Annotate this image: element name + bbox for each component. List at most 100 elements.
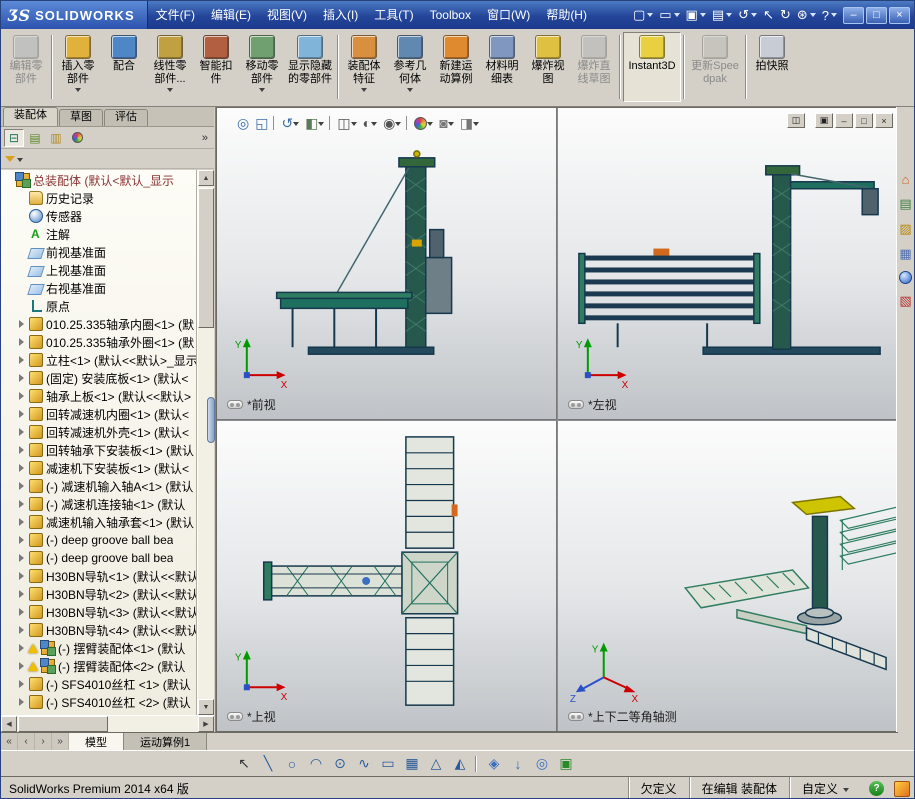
- instant3d-button[interactable]: Instant3D: [623, 32, 681, 102]
- tree-item[interactable]: H30BN导轨<1> (默认<<默认: [1, 567, 196, 585]
- smart-fasteners-button[interactable]: 智能扣件: [193, 32, 239, 102]
- tree-item[interactable]: 传感器: [1, 207, 196, 225]
- assembly-features-button[interactable]: 装配体特征: [341, 32, 387, 102]
- doc-minimize-button[interactable]: –: [835, 113, 853, 128]
- expand-arrow-icon[interactable]: [17, 643, 27, 653]
- dropdown-arrow-icon[interactable]: [75, 88, 81, 92]
- exploded-view-button[interactable]: 爆炸视图: [525, 32, 571, 102]
- dropdown-arrow-icon[interactable]: [167, 88, 173, 92]
- expand-arrow-icon[interactable]: [17, 427, 27, 437]
- linear-component-pattern-button[interactable]: 线性零部件...: [147, 32, 193, 102]
- splitter-handle[interactable]: [207, 397, 215, 443]
- expand-arrow-icon[interactable]: [17, 409, 27, 419]
- tree-item[interactable]: 减速机输入轴承套<1> (默认: [1, 513, 196, 531]
- expand-arrow-icon[interactable]: [17, 481, 27, 491]
- maximize-button[interactable]: □: [866, 6, 887, 24]
- expand-arrow-icon[interactable]: [17, 517, 27, 527]
- save-icon[interactable]: ▣: [683, 5, 709, 25]
- tree-item[interactable]: H30BN导轨<3> (默认<<默认: [1, 603, 196, 621]
- menu-item[interactable]: 帮助(H): [538, 2, 595, 28]
- circle-icon[interactable]: ○: [281, 754, 303, 774]
- expand-arrow-icon[interactable]: [17, 355, 27, 365]
- zoom-fit-icon[interactable]: ◎: [235, 113, 251, 133]
- expand-arrow-icon[interactable]: [17, 391, 27, 401]
- expand-arrow-icon[interactable]: [17, 319, 27, 329]
- tree-item[interactable]: 回转轴承下安装板<1> (默认: [1, 441, 196, 459]
- explode-line-sketch-button[interactable]: 爆炸直线草图: [571, 32, 617, 102]
- dropdown-arrow-icon[interactable]: [259, 88, 265, 92]
- select-icon[interactable]: ↖: [760, 5, 777, 25]
- doc-restore-button[interactable]: □: [855, 113, 873, 128]
- expand-arrow-icon[interactable]: [17, 697, 27, 707]
- propertymanager-icon[interactable]: ▤: [25, 129, 45, 147]
- tree-item[interactable]: H30BN导轨<4> (默认<<默认: [1, 621, 196, 639]
- previous-view-icon[interactable]: ↺: [279, 113, 301, 133]
- update-speedpak-button[interactable]: 更新Speedpak: [687, 32, 743, 102]
- help-badge-icon[interactable]: ?: [869, 781, 884, 796]
- tree-item[interactable]: (-) SFS4010丝杠 <1> (默认: [1, 675, 196, 693]
- custom-properties-icon[interactable]: ▧: [898, 293, 914, 309]
- document-tab[interactable]: 运动算例1: [124, 733, 208, 750]
- expand-arrow-icon[interactable]: [17, 535, 27, 545]
- tree-item[interactable]: 原点: [1, 297, 196, 315]
- menu-item[interactable]: 编辑(E): [203, 2, 259, 28]
- print-icon[interactable]: ▤: [709, 5, 735, 25]
- tree-item[interactable]: (-) 摆臂装配体<1> (默认: [1, 639, 196, 657]
- scroll-down-icon[interactable]: ▼: [198, 699, 214, 715]
- scene-icon[interactable]: ◙: [437, 113, 455, 133]
- tree-item[interactable]: 右视基准面: [1, 279, 196, 297]
- displaymanager-icon[interactable]: [67, 129, 87, 147]
- expand-arrow-icon[interactable]: [17, 571, 27, 581]
- tree-item[interactable]: 010.25.335轴承内圈<1> (默: [1, 315, 196, 333]
- dropdown-arrow-icon[interactable]: [361, 88, 367, 92]
- expand-arrow-icon[interactable]: [17, 625, 27, 635]
- tree-item[interactable]: 上视基准面: [1, 261, 196, 279]
- tree-item[interactable]: 轴承上板<1> (默认<<默认>: [1, 387, 196, 405]
- design-library-icon[interactable]: ▤: [898, 196, 914, 212]
- expand-arrow-icon[interactable]: [17, 499, 27, 509]
- scroll-first-icon[interactable]: «: [1, 733, 18, 750]
- expand-arrow-icon[interactable]: [17, 553, 27, 563]
- menu-item[interactable]: Toolbox: [422, 2, 479, 28]
- undo-icon[interactable]: ↺: [735, 5, 760, 25]
- pattern-icon[interactable]: ▦: [401, 754, 423, 774]
- viewport-single-icon[interactable]: ▣: [815, 113, 833, 128]
- tree-item[interactable]: 总装配体 (默认<默认_显示: [1, 171, 196, 189]
- minimize-button[interactable]: –: [843, 6, 864, 24]
- menu-item[interactable]: 窗口(W): [479, 2, 538, 28]
- overflow-chevron-icon[interactable]: »: [199, 132, 211, 144]
- panel-tab[interactable]: 草图: [59, 109, 103, 126]
- viewport-top[interactable]: Y X *上视: [217, 421, 557, 731]
- hide-show-icon[interactable]: ◉: [381, 113, 403, 133]
- expand-arrow-icon[interactable]: [17, 373, 27, 383]
- reference-geometry-button[interactable]: 参考几何体: [387, 32, 433, 102]
- tree-horizontal-scrollbar[interactable]: ◀ ▶: [1, 715, 214, 732]
- configurationmanager-icon[interactable]: ▥: [46, 129, 66, 147]
- viewport-split-icon[interactable]: ◫: [787, 113, 805, 128]
- expand-arrow-icon[interactable]: [17, 589, 27, 599]
- tree-item[interactable]: (-) 减速机连接轴<1> (默认: [1, 495, 196, 513]
- move-component-button[interactable]: 移动零部件: [239, 32, 285, 102]
- dropdown-arrow-icon[interactable]: [407, 88, 413, 92]
- insert-component-button[interactable]: 插入零部件: [55, 32, 101, 102]
- view-palette-icon[interactable]: ▦: [898, 246, 914, 262]
- scroll-right-icon[interactable]: ▶: [198, 716, 214, 732]
- view-orientation-icon[interactable]: ◫: [335, 113, 358, 133]
- polygon-icon[interactable]: △: [425, 754, 447, 774]
- menu-item[interactable]: 文件(F): [148, 2, 203, 28]
- scroll-up-icon[interactable]: ▲: [198, 170, 214, 186]
- tree-item[interactable]: 前视基准面: [1, 243, 196, 261]
- custom-dropdown-icon[interactable]: [843, 787, 849, 792]
- bill-of-materials-button[interactable]: 材料明细表: [479, 32, 525, 102]
- menu-item[interactable]: 插入(I): [315, 2, 366, 28]
- arc-icon[interactable]: ◠: [305, 754, 327, 774]
- viewport-isometric[interactable]: Y X Z *上下二等角轴测: [558, 421, 897, 731]
- expand-arrow-icon[interactable]: [17, 463, 27, 473]
- tree-item[interactable]: 历史记录: [1, 189, 196, 207]
- tree-item[interactable]: 注解: [1, 225, 196, 243]
- tree-item[interactable]: 010.25.335轴承外圈<1> (默: [1, 333, 196, 351]
- tree-item[interactable]: (-) 减速机输入轴A<1> (默认: [1, 477, 196, 495]
- viewport-front[interactable]: Y X *前视: [217, 108, 557, 420]
- scroll-left-icon[interactable]: ◀: [1, 716, 17, 732]
- tree-item[interactable]: H30BN导轨<2> (默认<<默认: [1, 585, 196, 603]
